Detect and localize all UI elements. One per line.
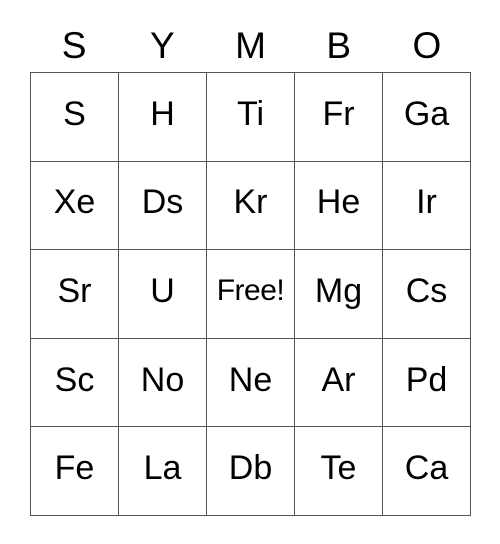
bingo-cell-r1c4[interactable]: Fr <box>295 73 383 162</box>
bingo-cell-label: Fe <box>54 449 95 488</box>
bingo-cell-r2c3[interactable]: Kr <box>207 161 295 251</box>
bingo-cell-label: Db <box>228 449 273 488</box>
bingo-cell-label: Ne <box>228 360 273 399</box>
bingo-cell-r2c4[interactable]: He <box>295 161 383 251</box>
bingo-cell-label: U <box>150 271 175 310</box>
bingo-cell-label: Te <box>320 449 357 488</box>
bingo-header-letter-3: M <box>235 24 266 66</box>
bingo-cell-r2c5[interactable]: Ir <box>383 161 471 251</box>
bingo-cell-r2c2[interactable]: Ds <box>119 161 207 251</box>
bingo-card: S Y M B O S H Ti Fr Ga Xe Ds Kr He Ir Sr… <box>0 0 500 544</box>
bingo-cell-r4c1[interactable]: Sc <box>31 338 119 428</box>
bingo-cell-r1c1[interactable]: S <box>31 73 119 162</box>
bingo-cell-r5c4[interactable]: Te <box>295 427 383 516</box>
bingo-cell-r5c2[interactable]: La <box>119 427 207 516</box>
bingo-cell-label: Ti <box>236 94 265 133</box>
bingo-header-letter-1: S <box>61 24 87 66</box>
bingo-grid: S H Ti Fr Ga Xe Ds Kr He Ir Sr U Free! M… <box>30 72 471 516</box>
bingo-cell-r3c5[interactable]: Cs <box>383 250 471 339</box>
bingo-cell-label: No <box>140 360 185 399</box>
bingo-cell-label: La <box>143 449 182 488</box>
bingo-cell-r5c3[interactable]: Db <box>207 427 295 516</box>
bingo-cell-label: Sr <box>57 271 92 310</box>
bingo-cell-label: Xe <box>53 183 96 222</box>
bingo-header-letter-5: O <box>412 24 442 66</box>
bingo-cell-r4c5[interactable]: Pd <box>383 338 471 428</box>
bingo-cell-label: Cs <box>405 271 448 310</box>
bingo-cell-label: S <box>63 94 86 133</box>
bingo-cell-label: Ca <box>404 449 449 488</box>
bingo-cell-r3c2[interactable]: U <box>119 250 207 339</box>
bingo-cell-label: Ds <box>141 183 184 222</box>
bingo-free-space-label: Free! <box>216 273 285 307</box>
bingo-cell-r4c4[interactable]: Ar <box>295 338 383 428</box>
bingo-cell-r1c3[interactable]: Ti <box>207 73 295 162</box>
bingo-cell-label: Pd <box>405 360 448 399</box>
bingo-cell-r1c2[interactable]: H <box>119 73 207 162</box>
bingo-cell-r4c3[interactable]: Ne <box>207 338 295 428</box>
bingo-cell-r5c5[interactable]: Ca <box>383 427 471 516</box>
bingo-header-letter-2: Y <box>149 24 175 66</box>
bingo-cell-label: Ar <box>321 360 356 399</box>
bingo-cell-r3c4[interactable]: Mg <box>295 250 383 339</box>
bingo-cell-r4c2[interactable]: No <box>119 338 207 428</box>
bingo-cell-label: Mg <box>314 271 363 310</box>
bingo-header-letter-4: B <box>326 24 352 66</box>
bingo-cell-r5c1[interactable]: Fe <box>31 427 119 516</box>
bingo-cell-free-space[interactable]: Free! <box>207 250 295 339</box>
bingo-cell-label: Ga <box>403 94 450 133</box>
bingo-cell-label: H <box>150 94 175 133</box>
bingo-cell-label: Ir <box>416 183 437 222</box>
bingo-cell-label: He <box>316 183 361 222</box>
bingo-cell-r2c1[interactable]: Xe <box>31 161 119 251</box>
bingo-cell-r3c1[interactable]: Sr <box>31 250 119 339</box>
bingo-cell-r1c5[interactable]: Ga <box>383 73 471 162</box>
bingo-header-row: S Y M B O <box>30 18 471 72</box>
bingo-cell-label: Sc <box>54 360 95 399</box>
bingo-cell-label: Kr <box>233 183 268 222</box>
bingo-cell-label: Fr <box>322 94 355 133</box>
